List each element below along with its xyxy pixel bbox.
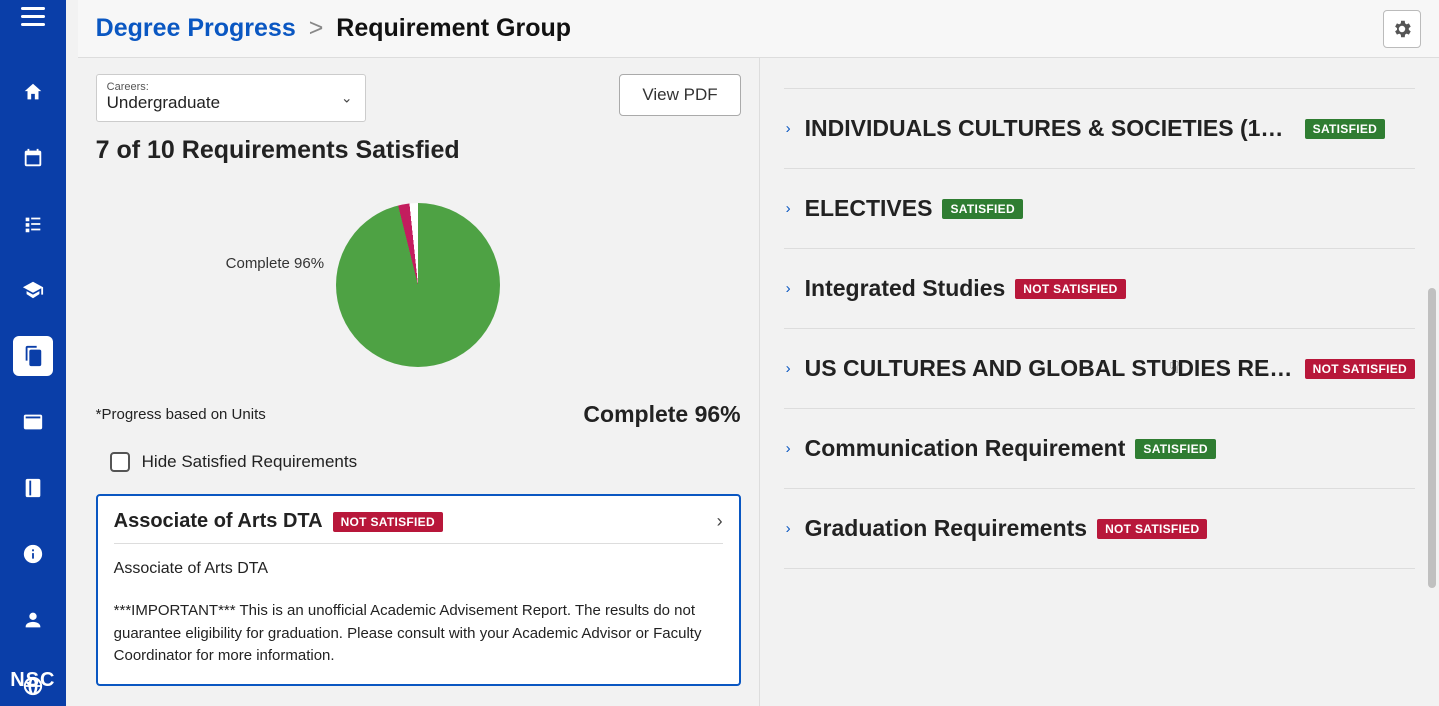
chevron-right-icon[interactable]: › (784, 120, 795, 137)
progress-pie-chart: Complete 96% (96, 195, 741, 375)
requirement-card-body: ***IMPORTANT*** This is an unofficial Ac… (114, 600, 723, 668)
graduation-icon (22, 279, 44, 301)
brand-logo: NSC (10, 669, 55, 692)
career-row: Careers: Undergraduate ⌄ View PDF (96, 74, 741, 122)
document-copy-icon (22, 345, 44, 367)
nav-notes[interactable] (13, 468, 53, 508)
view-pdf-button[interactable]: View PDF (619, 74, 740, 116)
chevron-right-icon[interactable]: › (717, 511, 723, 532)
requirement-row-title: ELECTIVES (805, 195, 933, 222)
career-value: Undergraduate (107, 93, 355, 113)
requirement-card-subtitle: Associate of Arts DTA (114, 560, 723, 578)
nav-list[interactable] (13, 204, 53, 244)
chevron-right-icon[interactable]: › (784, 200, 795, 217)
selected-requirement-card: Associate of Arts DTA NOT SATISFIED › As… (96, 494, 741, 686)
breadcrumb-root[interactable]: Degree Progress (96, 14, 296, 42)
list-icon (22, 213, 44, 235)
calendar-icon (22, 147, 44, 169)
left-panel: Careers: Undergraduate ⌄ View PDF 7 of 1… (78, 58, 760, 706)
pie-graphic (336, 203, 500, 367)
status-badge: NOT SATISFIED (333, 512, 443, 532)
content: Careers: Undergraduate ⌄ View PDF 7 of 1… (78, 58, 1439, 706)
menu-toggle[interactable] (13, 10, 53, 22)
career-label: Careers: (107, 81, 355, 93)
nav-documents[interactable] (13, 336, 53, 376)
status-badge: SATISFIED (1305, 119, 1385, 139)
notebook-icon (22, 477, 44, 499)
progress-row: *Progress based on Units Complete 96% (96, 401, 741, 428)
breadcrumb: Degree Progress > Requirement Group (96, 14, 571, 43)
info-icon (22, 543, 44, 565)
requirement-card-header: Associate of Arts DTA NOT SATISFIED › (114, 510, 723, 544)
requirement-row-title: INDIVIDUALS CULTURES & SOCIETIES (15 uni… (805, 115, 1295, 142)
breadcrumb-current: Requirement Group (336, 14, 571, 42)
requirement-row-title: Communication Requirement (805, 435, 1126, 462)
requirement-row-title: US CULTURES AND GLOBAL STUDIES REQUI... (805, 355, 1295, 382)
nav-finance[interactable] (13, 402, 53, 442)
topbar: Degree Progress > Requirement Group (78, 0, 1439, 58)
requirement-row-title: Integrated Studies (805, 275, 1006, 302)
career-select[interactable]: Careers: Undergraduate ⌄ (96, 74, 366, 122)
requirement-row-title: Graduation Requirements (805, 515, 1087, 542)
main-region: Degree Progress > Requirement Group Care… (78, 0, 1439, 706)
home-icon (22, 81, 44, 103)
requirement-row[interactable]: › Integrated Studies NOT SATISFIED (784, 249, 1415, 329)
requirement-row[interactable]: › Graduation Requirements NOT SATISFIED (784, 489, 1415, 569)
status-badge: NOT SATISFIED (1305, 359, 1415, 379)
hide-satisfied-row: Hide Satisfied Requirements (96, 452, 741, 472)
card-icon (22, 411, 44, 433)
chevron-right-icon[interactable]: › (784, 520, 795, 537)
status-badge: NOT SATISFIED (1097, 519, 1207, 539)
sidebar: NSC (0, 0, 66, 706)
requirement-row[interactable]: › INDIVIDUALS CULTURES & SOCIETIES (15 un… (784, 88, 1415, 169)
progress-note: *Progress based on Units (96, 406, 266, 423)
chevron-right-icon[interactable]: › (784, 440, 795, 457)
requirement-row[interactable]: › ELECTIVES SATISFIED (784, 169, 1415, 249)
chevron-right-icon[interactable]: › (784, 360, 795, 377)
nav-info[interactable] (13, 534, 53, 574)
hide-satisfied-checkbox[interactable] (110, 452, 130, 472)
breadcrumb-separator: > (309, 14, 324, 42)
chevron-right-icon[interactable]: › (784, 280, 795, 297)
scrollbar[interactable] (1425, 58, 1439, 706)
status-badge: SATISFIED (942, 199, 1022, 219)
requirements-heading: 7 of 10 Requirements Satisfied (96, 136, 741, 165)
complete-percent: Complete 96% (583, 401, 740, 428)
status-badge: SATISFIED (1135, 439, 1215, 459)
requirement-row[interactable]: › US CULTURES AND GLOBAL STUDIES REQUI...… (784, 329, 1415, 409)
right-panel: › INDIVIDUALS CULTURES & SOCIETIES (15 un… (760, 58, 1439, 706)
nav-calendar[interactable] (13, 138, 53, 178)
nav-profile[interactable] (13, 600, 53, 640)
requirement-row[interactable]: › Communication Requirement SATISFIED (784, 409, 1415, 489)
nav-home[interactable] (13, 72, 53, 112)
status-badge: NOT SATISFIED (1015, 279, 1125, 299)
divider-gutter (66, 0, 78, 706)
sidebar-nav (13, 72, 53, 706)
gear-icon (1391, 18, 1413, 40)
person-icon (22, 609, 44, 631)
requirement-card-title: Associate of Arts DTA (114, 510, 323, 533)
hide-satisfied-label: Hide Satisfied Requirements (142, 452, 357, 472)
nav-academics[interactable] (13, 270, 53, 310)
pie-slice-label: Complete 96% (226, 255, 324, 272)
settings-button[interactable] (1383, 10, 1421, 48)
